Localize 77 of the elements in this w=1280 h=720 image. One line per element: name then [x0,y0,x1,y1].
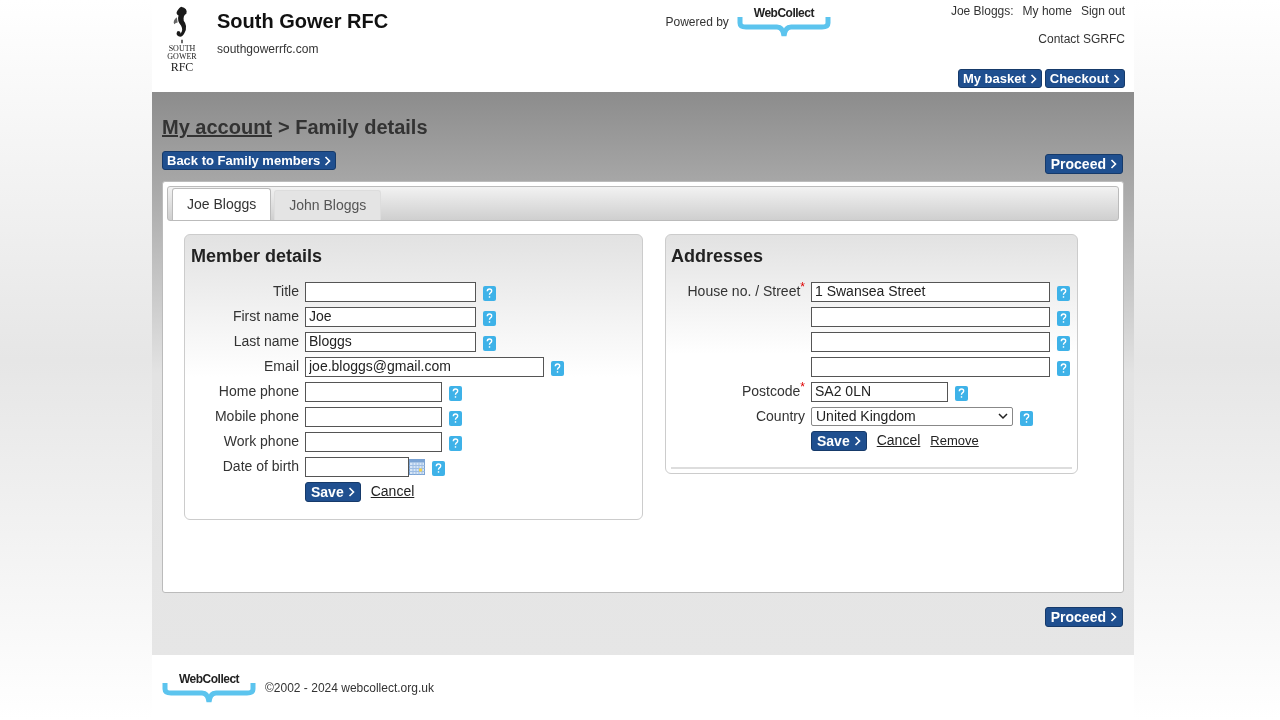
help-icon[interactable] [432,460,445,476]
help-icon[interactable] [1057,310,1070,326]
chevron-icon [1110,159,1117,169]
breadcrumb-link[interactable]: My account [162,112,273,142]
header-link[interactable]: Sign out [1080,2,1125,20]
field-label: Mobile phone [214,407,299,426]
brand-logo: WebCollect [162,670,256,705]
save-button[interactable]: Save [305,481,361,502]
powered-by-text: Powered by [665,14,729,31]
date-field[interactable] [305,456,409,477]
tab[interactable]: John Bloggs [274,190,382,220]
contact-link[interactable]: Contact SGRFC [1038,30,1125,48]
tab[interactable]: Joe Bloggs [172,188,272,220]
member-field[interactable]: Joe [305,306,476,327]
section-title: Addresses [671,245,765,268]
help-icon[interactable] [955,385,968,401]
field-label: Home phone [218,382,299,401]
help-icon[interactable] [449,435,462,451]
proceed-button[interactable]: Proceed [1044,154,1123,174]
calendar-icon[interactable] [409,458,425,475]
member-field[interactable]: joe.bloggs@gmail.com [305,356,544,377]
remove-link[interactable]: Remove [930,430,979,451]
address-field[interactable] [811,306,1050,327]
field-label: Last name [233,332,299,351]
country-select[interactable]: United Kingdom [811,407,1013,426]
member-field[interactable] [305,381,442,402]
brand-logo: WebCollect [736,5,831,39]
field-label: First name [232,307,299,326]
address-field[interactable] [811,356,1050,377]
breadcrumb-current: > Family details [278,115,428,140]
club-crest-logo: SOUTH GOWER RFC [162,5,202,92]
help-icon[interactable] [1057,285,1070,301]
help-icon[interactable] [551,360,564,376]
header-button[interactable]: My basket [957,69,1042,88]
member-field[interactable]: Bloggs [305,331,476,352]
help-icon[interactable] [483,310,496,326]
club-url: southgowerrfc.com [217,41,320,58]
chevron-icon [1110,612,1117,622]
proceed-button[interactable]: Proceed [1044,607,1123,627]
save-button[interactable]: Save [811,430,867,451]
help-icon[interactable] [449,385,462,401]
dropdown-caret-icon [998,413,1008,420]
required-mark: * [800,381,805,393]
field-label: Country [755,407,805,426]
section-title: Member details [191,245,324,268]
required-mark: * [800,281,805,293]
field-label: Date of birth [222,457,299,476]
header-button[interactable]: Checkout [1044,69,1125,88]
field-label: Postcode [741,383,801,401]
back-button[interactable]: Back to Family members [162,151,337,170]
help-icon[interactable] [1057,335,1070,351]
member-field[interactable] [305,431,442,452]
field-label: Title [273,282,299,301]
address-field[interactable]: SA2 0LN [811,381,948,402]
member-field[interactable] [305,406,442,427]
field-label: House no. / Street [687,283,801,301]
chevron-icon [347,486,355,497]
chevron-icon [853,435,861,446]
field-label: Work phone [223,432,299,451]
chevron-icon [324,155,332,166]
club-name: South Gower RFC [217,9,389,34]
address-field[interactable]: 1 Swansea Street [811,281,1050,302]
header-link[interactable]: My home [1022,2,1072,20]
help-icon[interactable] [1057,360,1070,376]
cancel-link[interactable]: Cancel [370,481,415,502]
chevron-icon [1113,73,1120,84]
help-icon[interactable] [483,335,496,351]
help-icon[interactable] [483,285,496,301]
cancel-link[interactable]: Cancel [876,430,921,451]
help-icon[interactable] [1020,410,1033,426]
field-label: Email [264,357,299,376]
chevron-icon [1029,73,1037,84]
member-field[interactable] [305,281,476,302]
user-name: Joe Bloggs: [950,3,1014,20]
copyright-text: ©2002 - 2024 webcollect.org.uk [265,679,434,697]
help-icon[interactable] [449,410,462,426]
address-field[interactable] [811,331,1050,352]
